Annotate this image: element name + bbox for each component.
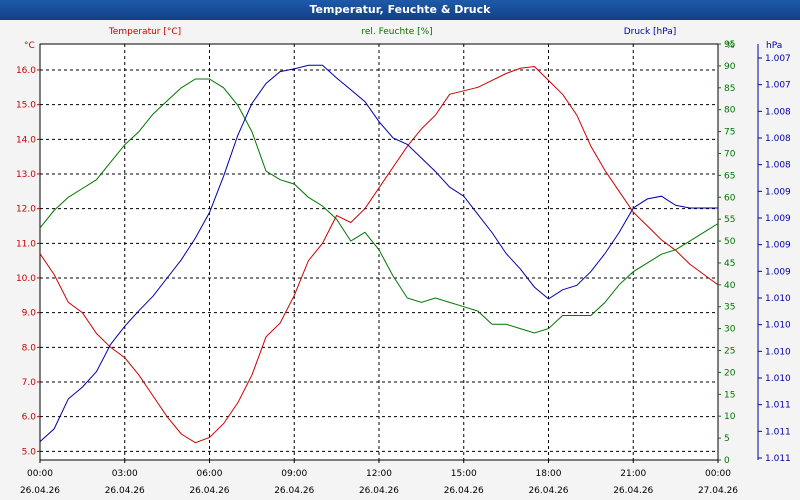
- humidity-tick-label: 65: [724, 171, 735, 181]
- x-tick-time: 15:00: [451, 469, 477, 479]
- x-tick-date: 26.04.26: [444, 486, 484, 496]
- humidity-tick-label: 70: [724, 149, 736, 159]
- humidity-tick-label: 35: [724, 303, 735, 313]
- x-tick-time: 03:00: [112, 469, 138, 479]
- pressure-tick-label: 1.009: [765, 187, 791, 197]
- chart-window: Temperatur, Feuchte & Druck 5.0 6.0 7.0 8.0…: [0, 0, 800, 500]
- x-tick-time: 00:00: [705, 469, 731, 479]
- x-tick-date: 26.04.26: [528, 486, 568, 496]
- pressure-tick-label: 1.008: [765, 161, 791, 171]
- x-tick-date: 26.04.26: [613, 486, 653, 496]
- pressure-tick-label: 1.011: [765, 401, 791, 411]
- x-tick-date: 26.04.26: [274, 486, 314, 496]
- temperature-tick-label: 13.0: [16, 170, 36, 180]
- humidity-axis-unit: %: [726, 41, 735, 51]
- pressure-tick-label: 1.009: [765, 214, 791, 224]
- x-tick-date: 26.04.26: [105, 486, 145, 496]
- x-tick-date: 27.04.26: [698, 486, 738, 496]
- humidity-axis-label: rel. Feuchte [%]: [361, 27, 432, 37]
- x-tick-time: 06:00: [197, 469, 223, 479]
- humidity-tick-label: 85: [724, 84, 735, 94]
- temperature-tick-label: 10.0: [16, 274, 36, 284]
- humidity-tick-label: 40: [724, 281, 736, 291]
- temperature-tick-label: 15.0: [16, 101, 36, 111]
- x-tick-time: 21:00: [620, 469, 646, 479]
- humidity-tick-label: 60: [724, 193, 736, 203]
- temperature-tick-label: 16.0: [16, 66, 36, 76]
- humidity-tick-label: 25: [724, 347, 735, 357]
- pressure-tick-label: 1.007: [765, 81, 791, 91]
- temperature-tick-label: 6.0: [22, 413, 37, 423]
- temperature-tick-label: 14.0: [16, 135, 36, 145]
- x-tick-time: 09:00: [281, 469, 307, 479]
- pressure-tick-label: 1.011: [765, 427, 791, 437]
- temperature-tick-label: 5.0: [22, 447, 37, 457]
- pressure-tick-label: 1.010: [765, 374, 791, 384]
- pressure-tick-label: 1.010: [765, 321, 791, 331]
- pressure-tick-label: 1.008: [765, 134, 791, 144]
- x-tick-time: 00:00: [27, 469, 53, 479]
- pressure-axis-unit: hPa: [766, 41, 782, 51]
- pressure-axis-label: Druck [hPa]: [624, 27, 677, 37]
- x-tick-date: 26.04.26: [359, 486, 399, 496]
- humidity-tick-label: 20: [724, 368, 736, 378]
- humidity-tick-label: 30: [724, 325, 736, 335]
- humidity-tick-label: 50: [724, 237, 736, 247]
- humidity-tick-label: 45: [724, 259, 735, 269]
- window-title: Temperatur, Feuchte & Druck: [0, 0, 800, 20]
- pressure-tick-label: 1.009: [765, 267, 791, 277]
- temperature-tick-label: 7.0: [22, 378, 37, 388]
- x-tick-date: 26.04.26: [189, 486, 229, 496]
- pressure-tick-label: 1.010: [765, 347, 791, 357]
- temperature-axis-unit: °C: [24, 41, 35, 51]
- pressure-tick-label: 1.009: [765, 241, 791, 251]
- temperature-tick-label: 8.0: [22, 343, 37, 353]
- humidity-tick-label: 90: [724, 62, 736, 72]
- pressure-tick-label: 1.007: [765, 54, 791, 64]
- humidity-tick-label: 75: [724, 128, 735, 138]
- humidity-tick-label: 55: [724, 215, 735, 225]
- x-tick-date: 26.04.26: [20, 486, 60, 496]
- humidity-tick-label: 10: [724, 412, 736, 422]
- pressure-tick-label: 1.011: [765, 454, 791, 464]
- humidity-tick-label: 0: [724, 456, 730, 466]
- weather-chart: 5.0 6.0 7.0 8.0 9.0 10.0 11.0 12.0 13.0 14.0 15.0 1…: [16, 27, 791, 496]
- temperature-axis-label: Temperatur [°C]: [108, 27, 181, 37]
- pressure-tick-label: 1.008: [765, 107, 791, 117]
- pressure-tick-label: 1.010: [765, 294, 791, 304]
- humidity-tick-label: 5: [724, 434, 730, 444]
- x-tick-time: 12:00: [366, 469, 392, 479]
- humidity-tick-label: 15: [724, 390, 735, 400]
- temperature-tick-label: 12.0: [16, 205, 36, 215]
- x-tick-time: 18:00: [536, 469, 562, 479]
- humidity-tick-label: 80: [724, 106, 736, 116]
- temperature-tick-label: 11.0: [16, 239, 36, 249]
- temperature-tick-label: 9.0: [22, 309, 37, 319]
